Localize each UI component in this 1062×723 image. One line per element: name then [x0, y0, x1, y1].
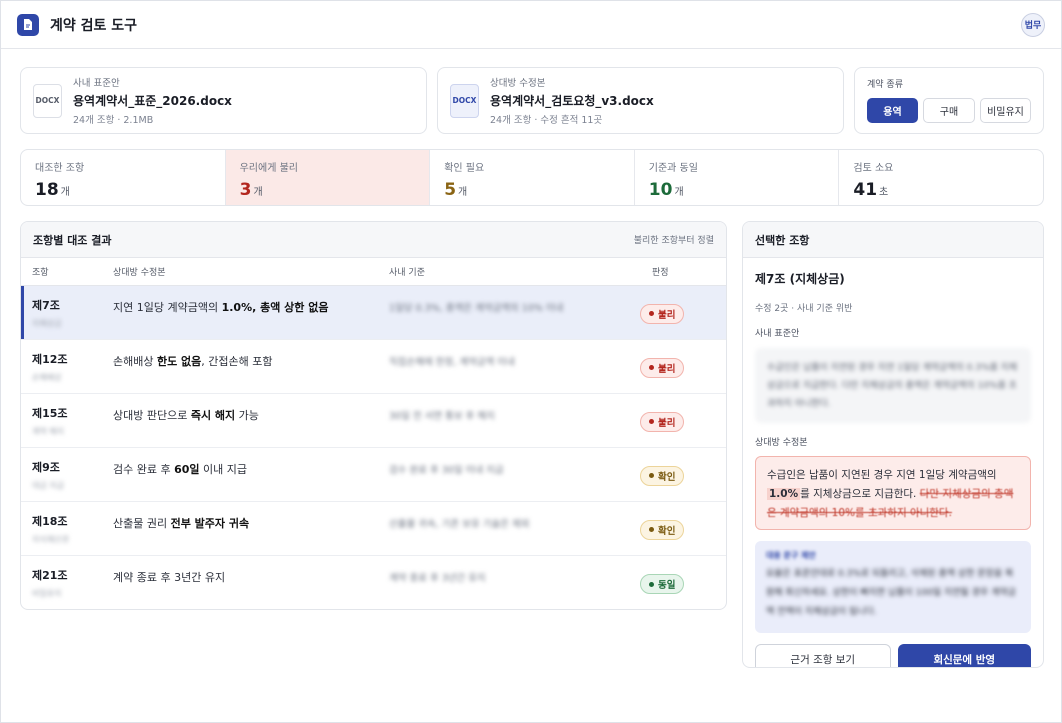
clause-topic: 비밀유지 [32, 589, 62, 598]
clause-number: 제21조 [32, 569, 68, 582]
comparison-title: 조항별 대조 결과 [33, 233, 112, 247]
counterparty-cell: 계약 종료 후 3년간 유지 [113, 571, 226, 584]
app-window: 계약 검토 도구 법무 DOCX 사내 표준안 용역계약서_표준_2026.do… [0, 0, 1062, 723]
column-header-clause: 조항 [32, 268, 49, 278]
type-option-purchase[interactable]: 구매 [923, 98, 975, 123]
file-role: 사내 표준안 [73, 78, 120, 89]
counterparty-cell: 상대방 판단으로 즉시 해지 가능 [113, 408, 259, 422]
counterparty-cell: 검수 완료 후 60일 이내 지급 [113, 462, 248, 476]
docx-file-icon: DOCX [33, 83, 62, 118]
standard-cell: 검수 완료 후 30일 이내 지급 [389, 464, 504, 476]
column-header-verdict: 판정 [652, 268, 669, 278]
type-option-service[interactable]: 용역 [867, 98, 918, 123]
standard-cell: 직접손해에 한정, 계약금액 이내 [389, 356, 515, 368]
user-avatar[interactable]: 법무 [1021, 12, 1045, 37]
comparison-table: 조항별 대조 결과 불리한 조항부터 정렬 조항 상대방 수정본 사내 기준 판… [20, 221, 727, 610]
detail-panel: 선택한 조항 제7조 (지체상금) 수정 2곳 · 사내 기준 위반 사내 표준… [742, 221, 1044, 668]
table-body: 제7조지체상금 지연 1일당 계약금액의 1.0%, 총액 상한 없음 1일당 0.… [21, 286, 726, 609]
table-row[interactable]: 제12조손해배상 손해배상 한도 없음, 간접손해 포함 직접손해에 한정, 계약금… [21, 340, 726, 394]
clause-topic: 계약 해지 [32, 426, 64, 436]
stat-same[interactable]: 기준과 동일 10 개 [635, 150, 840, 205]
counterparty-cell: 손해배상 한도 없음, 간접손해 포함 [113, 354, 273, 368]
standard-cell: 30일 전 서면 통보 후 해지 [389, 410, 495, 422]
table-header: 조항 상대방 수정본 사내 기준 판정 [21, 258, 726, 286]
table-row[interactable]: 제9조대금 지급 검수 완료 후 60일 이내 지급 검수 완료 후 30일 이내 … [21, 448, 726, 502]
counterparty-text: 수급인은 납품이 지연된 경우 지연 1일당 계약금액의 1.0% 를 지체상금으… [755, 456, 1031, 530]
file-meta: 24개 조항 · 수정 흔적 11곳 [490, 115, 603, 126]
suggestion-box: 대응 문구 제안 요율은 표준안대로 0.3%로 되돌리고, 삭제된 총액 상한… [755, 541, 1031, 633]
file-name: 용역계약서_검토요청_v3.docx [490, 94, 654, 108]
file-role: 상대방 수정본 [490, 78, 546, 89]
standard-cell: 1일당 0.3%, 총액은 계약금액의 10% 이내 [389, 302, 564, 314]
apply-to-reply-button[interactable]: 회신문에 반영 [897, 644, 1031, 667]
clause-summary: 수정 2곳 · 사내 기준 위반 [755, 304, 853, 314]
view-basis-button[interactable]: 근거 조항 보기 [755, 644, 891, 667]
clause-number: 제9조 [32, 460, 60, 474]
clause-number: 제15조 [32, 406, 68, 420]
table-row[interactable]: 제21조 비밀유지 계약 종료 후 3년간 유지 계약 종료 후 3년간 유지 동일 [21, 556, 726, 609]
column-header-standard: 사내 기준 [389, 268, 425, 278]
changed-rate: 1.0% [767, 488, 801, 500]
document-logo-icon [17, 13, 39, 36]
clause-number: 제12조 [32, 352, 68, 366]
file-meta: 24개 조항 · 2.1MB [73, 115, 154, 126]
clause-topic: 대금 지급 [32, 480, 64, 490]
clause-number: 제7조 [32, 298, 60, 312]
table-row[interactable]: 제15조계약 해지 상대방 판단으로 즉시 해지 가능 30일 전 서면 통보 후 … [21, 394, 726, 448]
standard-label: 사내 표준안 [755, 329, 800, 339]
internal-file-card[interactable]: DOCX 사내 표준안 용역계약서_표준_2026.docx 24개 조항 · … [20, 67, 427, 134]
stat-needs-check[interactable]: 확인 필요 5개 [430, 150, 635, 205]
column-header-counterparty: 상대방 수정본 [113, 268, 166, 278]
file-name: 용역계약서_표준_2026.docx [73, 94, 232, 108]
standard-cell: 계약 종료 후 3년간 유지 [389, 573, 486, 584]
table-row[interactable]: 제18조지식재산권 산출물 권리 전부 발주자 귀속 산출물 귀속, 기존 보유 기… [21, 502, 726, 556]
app-title: 계약 검토 도구 [50, 17, 138, 34]
stat-unfavorable[interactable]: 우리에게 불리 3개 [225, 150, 431, 205]
clause-number: 제18조 [32, 514, 68, 528]
suggestion-label: 대응 문구 제안 [766, 551, 816, 560]
clause-topic: 손해배상 [32, 372, 62, 382]
counterparty-cell: 지연 1일당 계약금액의 1.0%, 총액 상한 없음 [113, 300, 329, 314]
suggestion-text: 요율은 표준안대로 0.3%로 되돌리고, 삭제된 총액 상한 문장을 복원해 … [766, 569, 1016, 617]
sort-dropdown[interactable]: 불리한 조항부터 정렬 [634, 233, 714, 246]
contract-type-selector: 계약 종류 용역 구매 비밀유지 [854, 67, 1044, 134]
counterparty-label: 상대방 수정본 [755, 438, 808, 448]
standard-text: 수급인은 납품이 지연된 경우 지연 1일당 계약금액의 0.3%를 지체상금으… [755, 348, 1031, 423]
contract-type-label: 계약 종류 [867, 80, 903, 90]
clause-topic: 지체상금 [32, 318, 62, 328]
counterparty-file-card[interactable]: DOCX 상대방 수정본 용역계약서_검토요청_v3.docx 24개 조항 ·… [437, 67, 844, 134]
stat-compared: 대조한 조항 18 개 [21, 150, 226, 205]
counterparty-cell: 산출물 권리 전부 발주자 귀속 [113, 516, 250, 530]
top-bar: 계약 검토 도구 법무 [1, 1, 1061, 49]
clause-title: 제7조 (지체상금) [755, 272, 845, 286]
type-option-nda[interactable]: 비밀유지 [979, 98, 1031, 123]
docx-file-icon: DOCX [450, 83, 479, 118]
standard-cell: 산출물 귀속, 기존 보유 기술은 제외 [389, 518, 530, 530]
stat-review-time: 검토 소요 41 초 [853, 163, 894, 200]
summary-stats: 대조한 조항 18 개 우리에게 불리 3개 확인 필요 5개 기준과 동일 10… [20, 149, 1044, 206]
clause-topic: 지식재산권 [32, 534, 69, 544]
table-row[interactable]: 제7조지체상금 지연 1일당 계약금액의 1.0%, 총액 상한 없음 1일당 0.… [21, 286, 726, 340]
detail-panel-title: 선택한 조항 [755, 233, 810, 247]
